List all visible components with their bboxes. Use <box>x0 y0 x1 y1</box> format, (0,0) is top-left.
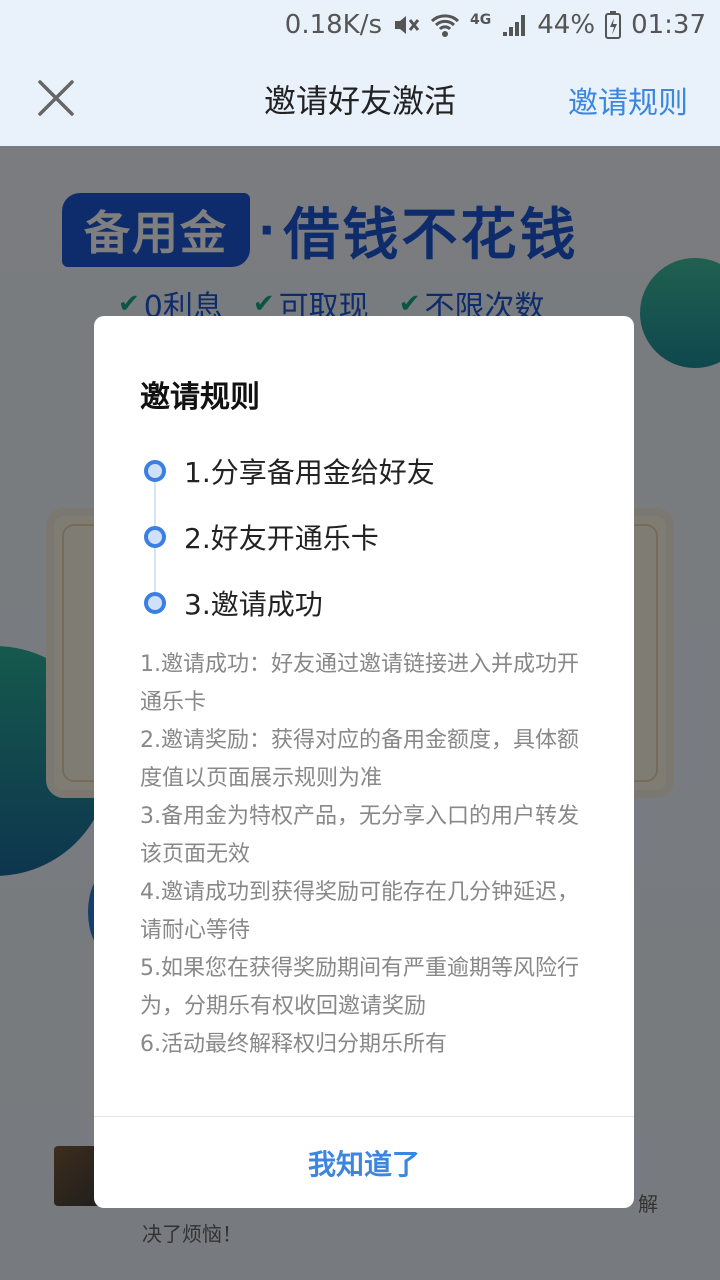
rules-text: 1.邀请成功：好友通过邀请链接进入并成功开通乐卡 2.邀请奖励：获得对应的备用金… <box>140 646 596 1064</box>
step-item: 2.好友开通乐卡 <box>140 504 600 570</box>
rule-item: 5.如果您在获得奖励期间有严重逾期等风险行为，分期乐有权收回邀请奖励 <box>140 956 579 1019</box>
rule-item: 2.邀请奖励：获得对应的备用金额度，具体额度值以页面展示规则为准 <box>140 728 579 791</box>
invite-rules-dialog: 邀请规则 1.分享备用金给好友 2.好友开通乐卡 3.邀请成功 1.邀请成功：好… <box>94 316 634 1208</box>
nav-bar: 邀请好友激活 邀请规则 <box>0 50 720 146</box>
battery-icon <box>605 11 622 39</box>
rule-item: 6.活动最终解释权归分期乐所有 <box>140 1032 447 1057</box>
network-type: 4G <box>470 12 492 28</box>
rule-item: 3.备用金为特权产品，无分享入口的用户转发该页面无效 <box>140 804 579 867</box>
rule-item: 4.邀请成功到获得奖励可能存在几分钟延迟，请耐心等待 <box>140 880 579 943</box>
signal-icon <box>501 12 527 38</box>
wifi-icon <box>430 12 460 38</box>
mute-icon <box>392 12 420 38</box>
step-dot-icon <box>144 526 166 548</box>
step-item: 3.邀请成功 <box>140 570 600 636</box>
step-item: 1.分享备用金给好友 <box>140 438 600 504</box>
dialog-title: 邀请规则 <box>140 380 260 415</box>
invite-rules-link[interactable]: 邀请规则 <box>568 78 688 122</box>
step-dot-icon <box>144 592 166 614</box>
step-dot-icon <box>144 460 166 482</box>
net-speed: 0.18K/s <box>284 10 383 40</box>
status-bar: 0.18K/s 4G 44% 01:37 <box>0 0 720 50</box>
got-it-button[interactable]: 我知道了 <box>94 1117 634 1208</box>
clock: 01:37 <box>631 10 706 40</box>
battery-percent: 44% <box>537 10 596 40</box>
rule-item: 1.邀请成功：好友通过邀请链接进入并成功开通乐卡 <box>140 652 579 715</box>
step-list: 1.分享备用金给好友 2.好友开通乐卡 3.邀请成功 <box>140 438 600 636</box>
